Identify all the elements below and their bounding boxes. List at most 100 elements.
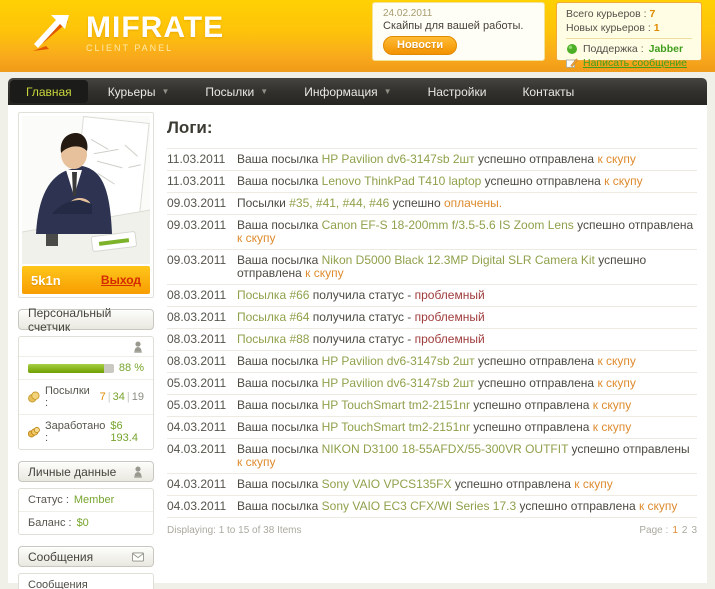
nav-item-label: Главная [26,84,72,99]
log-product: Посылка #64 [237,310,310,324]
page-number-1[interactable]: 1 [672,525,678,536]
earned-row: Заработано : $6 193.4 [19,414,153,449]
log-link[interactable]: оплачены. [444,196,502,210]
logo: MIFRATE CLIENT PANEL [26,10,224,56]
log-link[interactable]: к скупу [574,477,612,491]
log-row: 08.03.2011 Ваша посылка HP Pavilion dv6-3… [167,351,697,373]
log-link[interactable]: к скупу [593,420,631,434]
nav-item-settings[interactable]: Настройки [410,78,505,105]
logo-subtitle: CLIENT PANEL [86,42,174,53]
log-product: Посылка #66 [237,288,310,302]
log-row: 08.03.2011 Посылка #64 получила статус - … [167,307,697,329]
page-label: Page : [639,525,669,536]
log-message: Ваша посылка Lenovo ThinkPad T410 laptop… [237,175,697,188]
log-message: Посылка #64 получила статус - проблемный [237,311,697,324]
log-product: Nikon D5000 Black 12.3MP Digital SLR Cam… [321,253,595,267]
couriers-total-label: Всего курьеров : [566,8,650,20]
log-date: 08.03.2011 [167,288,227,302]
nav-item-contacts[interactable]: Контакты [504,78,592,105]
write-message-link[interactable]: Написать сообщение [583,57,687,69]
log-text-segment: получила статус - [309,332,415,346]
couriers-box: Всего курьеров : 7 Новых курьеров : 1 По… [556,2,702,69]
content: 5k1n Выход Персональный счетчик 88 % Пос… [8,105,707,589]
logout-link[interactable]: Выход [101,273,141,287]
log-date: 04.03.2011 [167,420,227,434]
news-button[interactable]: Новости [383,36,458,55]
log-link[interactable]: к скупу [593,398,631,412]
messages-box: СообщенияПосылки(73) [18,573,154,589]
log-link[interactable]: к скупу [597,152,635,166]
log-product: HP Pavilion dv6-3147sb 2шт [321,376,475,390]
parcels-counter-value: 34 [112,391,125,403]
nav-item-home[interactable]: Главная [10,80,88,103]
nav-item-information[interactable]: Информация ▼ [286,78,409,105]
sidebar: 5k1n Выход Персональный счетчик 88 % Пос… [18,112,154,589]
parcels-counter-values: 7 | 34 | 19 [100,391,144,403]
log-product: HP Pavilion dv6-3147sb 2шт [321,354,475,368]
log-status: проблемный [414,288,485,302]
nav-item-couriers[interactable]: Курьеры ▼ [90,78,188,105]
log-row: 04.03.2011 Ваша посылка NIKON D3100 18-55… [167,439,697,474]
value-separator: | [107,391,111,403]
log-text-segment: получила статус - [309,310,415,324]
log-text-segment: успешно отправлена [573,218,694,232]
pagination: Page : 123 [639,525,697,536]
log-text-segment: Ваша посылка [237,354,322,368]
nav-item-label: Настройки [427,84,487,99]
log-date: 08.03.2011 [167,354,227,368]
log-link[interactable]: к скупу [597,354,635,368]
nav-item-label: Посылки [205,84,255,99]
envelope-icon [132,552,144,561]
log-text-segment: Ваша посылка [237,253,322,267]
log-link[interactable]: к скупу [237,231,275,245]
log-status: проблемный [414,310,485,324]
page-number-2[interactable]: 2 [682,525,688,536]
log-date: 04.03.2011 [167,499,227,513]
log-message: Ваша посылка NIKON D3100 18-55AFDX/55-30… [237,443,697,469]
log-product: NIKON D3100 18-55AFDX/55-300VR OUTFIT [321,442,569,456]
balance-label: Баланс : [28,517,72,529]
log-text-segment: успешно отправлена [516,499,639,513]
mifrate-client-panel: MIFRATE CLIENT PANEL 24.02.2011 Скайпы д… [0,0,715,589]
messages-section-header: Сообщения [18,546,154,567]
log-link[interactable]: к скупу [305,266,343,280]
user-bar: 5k1n Выход [22,266,150,294]
log-date: 04.03.2011 [167,477,227,491]
log-message: Ваша посылка Sony VAIO VPCS135FX успешно… [237,478,697,491]
log-text-segment: Посылки [237,196,290,210]
page-title: Логи: [167,118,213,137]
log-date: 08.03.2011 [167,310,227,324]
nav-item-label: Контакты [522,84,575,99]
messages-section-title: Сообщения [28,549,94,564]
page-number-3[interactable]: 3 [691,525,697,536]
couriers-new-label: Новых курьеров : [566,22,654,34]
list-footer: Displaying: 1 to 15 of 38 Items Page : 1… [167,525,697,536]
log-row: 09.03.2011 Ваша посылка Canon EF-S 18-200… [167,215,697,250]
log-text-segment: Ваша посылка [237,420,322,434]
nav-item-label: Информация [304,84,378,99]
log-link[interactable]: к скупу [237,455,275,469]
logo-title: MIFRATE [86,10,225,44]
log-text-segment: успешно отправлена [469,398,593,412]
log-link[interactable]: к скупу [604,174,642,188]
person-icon [134,466,142,478]
log-text-segment: успешно отправлены [568,442,690,456]
log-message: Ваша посылка Nikon D5000 Black 12.3MP Di… [237,254,697,280]
person-icon [134,341,142,353]
log-date: 11.03.2011 [167,174,226,188]
log-date: 04.03.2011 [167,442,227,456]
counter-section-title: Персональный счетчик [28,305,112,334]
log-text-segment: Ваша посылка [237,398,322,412]
log-message: Посылки #35, #41, #44, #46 успешно оплач… [237,197,697,210]
log-message: Ваша посылка HP Pavilion dv6-3147sb 2шт … [237,377,697,390]
log-link[interactable]: к скупу [597,376,635,390]
parcels-counter-label: Посылки : [45,385,90,409]
log-product: Sony VAIO EC3 CFX/WI Series 17.3 [321,499,517,513]
parcels-counter-value: 7 [99,391,106,403]
log-link[interactable]: к скупу [639,499,677,513]
messages-item[interactable]: Сообщения [19,574,153,589]
personal-box: Статус : Member Баланс : $0 [18,488,154,535]
log-text-segment: успешно отправлена [451,477,575,491]
nav-item-parcels[interactable]: Посылки ▼ [187,78,286,105]
personal-section-title: Личные данные [28,464,117,479]
